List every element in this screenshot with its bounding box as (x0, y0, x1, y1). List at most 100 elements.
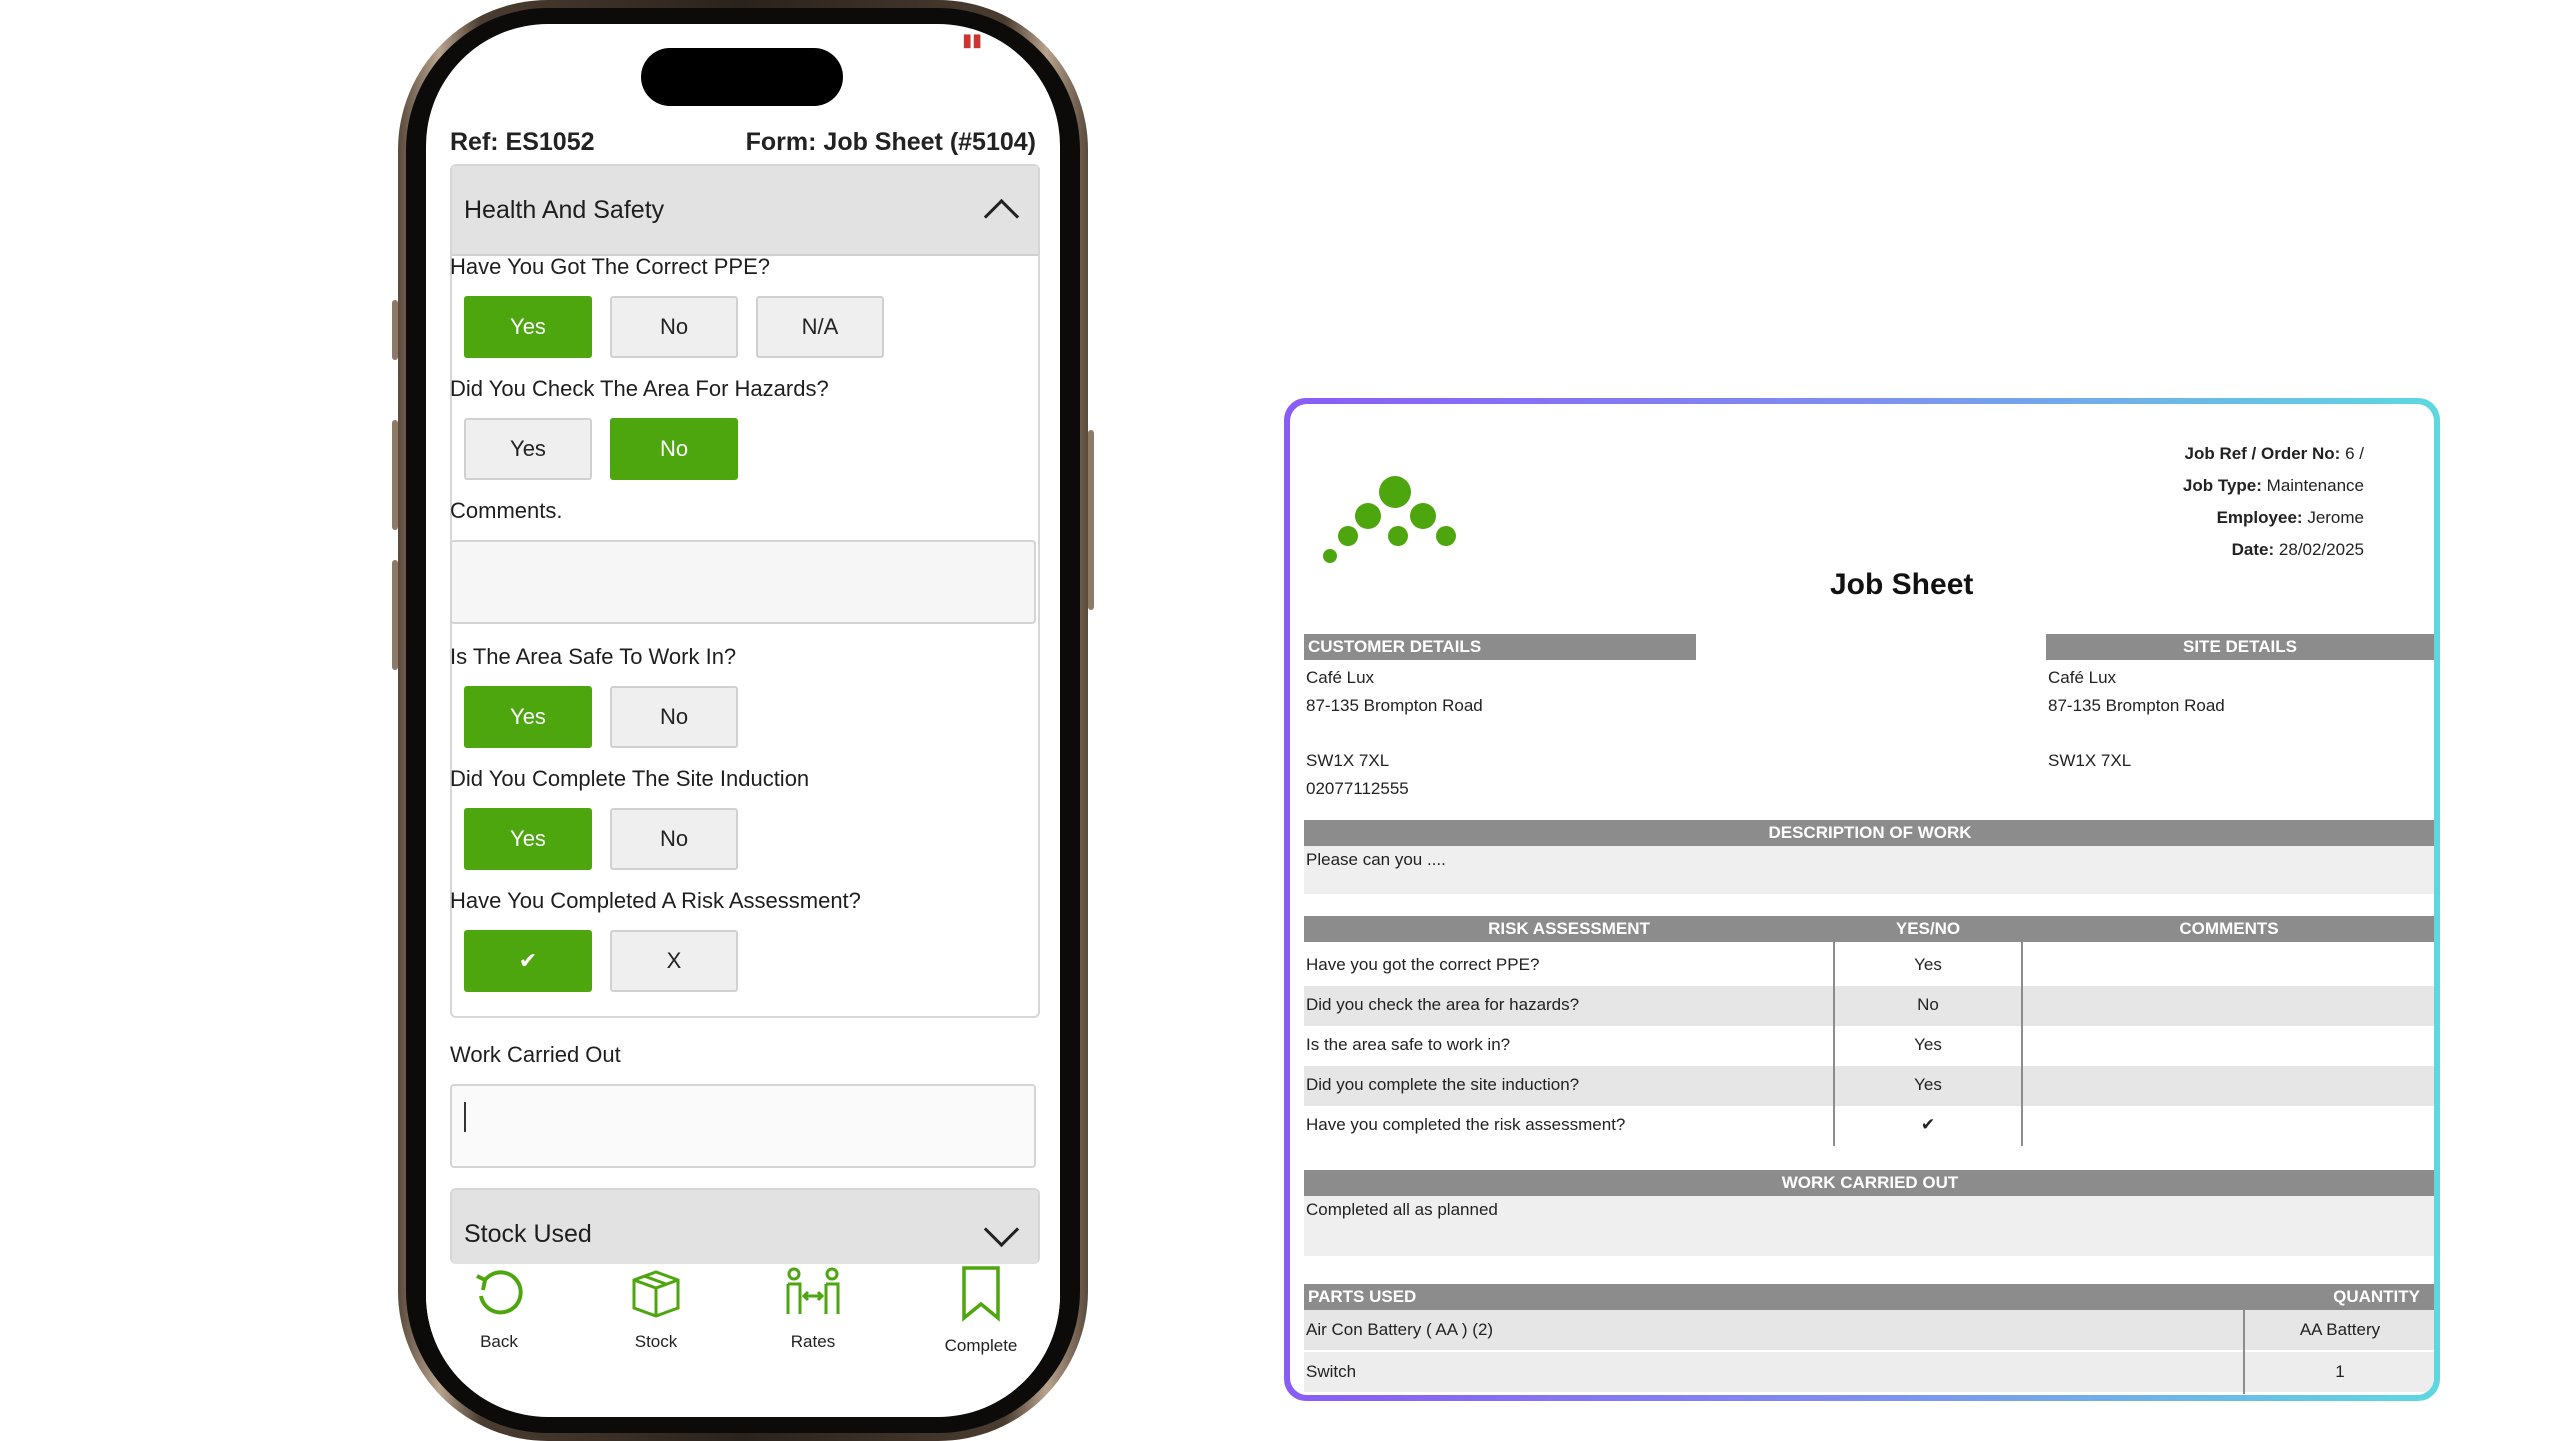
risk-x-button[interactable]: X (610, 930, 738, 992)
form-name: Form: Job Sheet (#5104) (745, 128, 1036, 156)
customer-postcode: SW1X 7XL (1306, 751, 1390, 770)
risk-table-header: RISK ASSESSMENT YES/NO COMMENTS (1304, 916, 2434, 942)
stock-used-section[interactable]: Stock Used (450, 1188, 1040, 1264)
employee-value: Jerome (2307, 508, 2364, 527)
dynamic-island (641, 48, 843, 106)
question-area-safe: Is The Area Safe To Work In? (450, 644, 737, 669)
nav-back-label: Back (480, 1332, 518, 1351)
table-divider (1833, 942, 1835, 1146)
section-title: Health And Safety (464, 195, 665, 224)
job-ref: Ref: ES1052 (450, 128, 595, 156)
risk-check-button[interactable]: ✔ (464, 930, 592, 992)
risk-question: Have you got the correct PPE? (1306, 955, 1540, 974)
box-icon (632, 1270, 680, 1318)
form-header: Ref: ES1052 Form: Job Sheet (#5104) (450, 128, 1036, 157)
company-logo (1323, 476, 1456, 563)
document-title: Job Sheet (1830, 568, 1974, 601)
table-row: Did you check the area for hazards? No (1304, 986, 2434, 1026)
phone-screen: ▮▮ Ref: ES1052 Form: Job Sheet (#5104) H… (426, 24, 1060, 1417)
table-row: Switch 1 (1304, 1352, 2434, 1392)
site-address: 87-135 Brompton Road (2048, 696, 2225, 715)
area-safe-no-button[interactable]: No (610, 686, 738, 748)
table-row: Air Con Battery ( AA ) (2) AA Battery (1304, 1310, 2434, 1350)
customer-phone: 02077112555 (1306, 779, 1409, 798)
site-postcode: SW1X 7XL (2048, 751, 2132, 770)
phone-power-button (1088, 430, 1094, 610)
part-name: Air Con Battery ( AA ) (2) (1306, 1320, 1494, 1339)
question-ppe: Have You Got The Correct PPE? (450, 254, 770, 279)
job-type-value: Maintenance (2266, 476, 2364, 495)
risk-table: Have you got the correct PPE? Yes Did yo… (1304, 942, 2434, 1146)
table-row: Have you got the correct PPE? Yes (1304, 946, 2434, 986)
comments-input[interactable] (450, 540, 1036, 624)
date-value: 28/02/2025 (2278, 540, 2364, 559)
rates-icon (786, 1267, 840, 1314)
battery-icon: ▮▮ (962, 30, 982, 50)
nav-rates[interactable]: Rates (753, 1264, 873, 1352)
risk-col-answer: YES/NO (1895, 919, 1961, 938)
nav-back[interactable]: Back (439, 1264, 559, 1352)
work-carried-out-text: Completed all as planned (1306, 1200, 1498, 1219)
nav-stock[interactable]: Stock (596, 1264, 716, 1352)
description-text: Please can you .... (1306, 850, 1446, 869)
risk-answer: Yes (1914, 955, 1942, 974)
job-meta: Job Ref / Order No: 6 / Job Type: Mainte… (2183, 438, 2364, 566)
parts-col-name: PARTS USED (1308, 1287, 1417, 1306)
text-cursor (464, 1102, 466, 1132)
induction-no-button[interactable]: No (610, 808, 738, 870)
parts-table-header: PARTS USED QUANTITY (1304, 1284, 2434, 1310)
job-ref-value: 6 / (2345, 444, 2364, 463)
risk-col-comments: COMMENTS (2179, 919, 2279, 938)
induction-yes-button[interactable]: Yes (464, 808, 592, 870)
nav-complete[interactable]: Complete (921, 1264, 1041, 1356)
risk-question: Did you check the area for hazards? (1306, 995, 1580, 1014)
risk-question: Have you completed the risk assessment? (1306, 1115, 1626, 1134)
site-details-header: SITE DETAILS (2046, 634, 2434, 660)
work-carried-out-header: WORK CARRIED OUT (1304, 1170, 2434, 1196)
risk-col-question: RISK ASSESSMENT (1488, 919, 1650, 938)
site-name: Café Lux (2048, 668, 2117, 687)
area-safe-yes-button[interactable]: Yes (464, 686, 592, 748)
description-box (1304, 846, 2434, 894)
hazards-yes-button[interactable]: Yes (464, 418, 592, 480)
date-label: Date: (2231, 540, 2275, 559)
customer-address: 87-135 Brompton Road (1306, 696, 1483, 715)
part-quantity: 1 (2335, 1362, 2345, 1381)
table-divider (2021, 942, 2023, 1146)
table-divider (2243, 1310, 2245, 1394)
table-row: Is the area safe to work in? Yes (1304, 1026, 2434, 1066)
health-safety-header[interactable]: Health And Safety (452, 166, 1038, 256)
risk-question: Did you complete the site induction? (1306, 1075, 1580, 1094)
chevron-down-icon[interactable] (983, 1211, 1020, 1247)
risk-answer: No (1917, 995, 1939, 1014)
customer-details-header: CUSTOMER DETAILS (1304, 634, 1696, 660)
part-quantity: AA Battery (2299, 1320, 2381, 1339)
ppe-yes-button[interactable]: Yes (464, 296, 592, 358)
work-carried-out-input[interactable] (450, 1084, 1036, 1168)
ppe-na-button[interactable]: N/A (756, 296, 884, 358)
question-site-induction: Did You Complete The Site Induction (450, 766, 810, 791)
job-sheet-document: Job Ref / Order No: 6 / Job Type: Mainte… (1290, 404, 2434, 1395)
risk-answer: Yes (1914, 1035, 1942, 1054)
hazards-no-button[interactable]: No (610, 418, 738, 480)
employee-label: Employee: (2216, 508, 2303, 527)
risk-question: Is the area safe to work in? (1306, 1035, 1511, 1054)
table-row: Have you completed the risk assessment? … (1304, 1106, 2434, 1146)
chevron-up-icon[interactable] (983, 198, 1020, 234)
section-title: Stock Used (464, 1219, 592, 1248)
nav-complete-label: Complete (944, 1336, 1018, 1355)
question-risk-assessment: Have You Completed A Risk Assessment? (450, 888, 861, 913)
work-carried-out-label: Work Carried Out (450, 1042, 621, 1067)
job-ref-label: Job Ref / Order No: (2184, 444, 2341, 463)
nav-rates-label: Rates (790, 1332, 836, 1351)
description-header: DESCRIPTION OF WORK (1304, 820, 2434, 846)
stock-used-header[interactable]: Stock Used (452, 1190, 1038, 1264)
table-row: Did you complete the site induction? Yes (1304, 1066, 2434, 1106)
ppe-no-button[interactable]: No (610, 296, 738, 358)
risk-answer: Yes (1914, 1075, 1942, 1094)
question-hazards: Did You Check The Area For Hazards? (450, 376, 829, 401)
comments-label: Comments. (450, 498, 563, 523)
job-type-label: Job Type: (2182, 476, 2262, 495)
risk-answer: ✔ (1920, 1115, 1936, 1134)
back-icon (476, 1270, 523, 1315)
